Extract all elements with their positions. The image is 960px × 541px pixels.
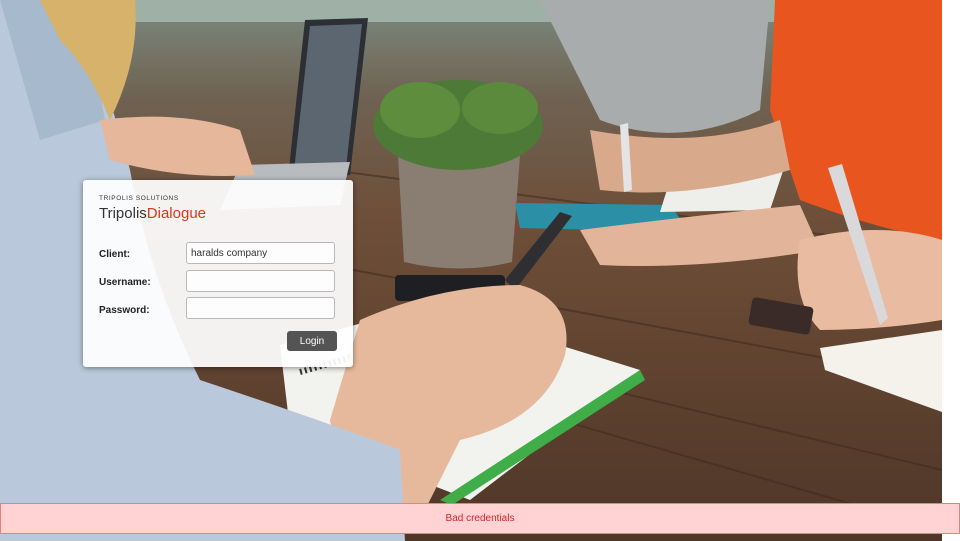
product-name: Tripolis bbox=[99, 205, 147, 222]
username-label: Username: bbox=[99, 277, 151, 288]
password-input[interactable] bbox=[186, 297, 335, 319]
password-label: Password: bbox=[99, 305, 150, 316]
error-banner: Bad credentials bbox=[0, 503, 960, 534]
product-logo: TripolisDialogue bbox=[99, 205, 206, 222]
login-card: TRIPOLIS SOLUTIONS TripolisDialogue Clie… bbox=[83, 180, 353, 367]
client-input[interactable] bbox=[186, 242, 335, 264]
username-input[interactable] bbox=[186, 270, 335, 292]
login-page: TRIPOLIS SOLUTIONS TripolisDialogue Clie… bbox=[0, 0, 960, 541]
client-label: Client: bbox=[99, 249, 131, 260]
error-message: Bad credentials bbox=[445, 513, 515, 524]
right-gutter bbox=[942, 0, 960, 541]
company-name: TRIPOLIS SOLUTIONS bbox=[99, 195, 179, 202]
product-name-accent: Dialogue bbox=[146, 205, 207, 222]
login-button[interactable]: Login bbox=[287, 331, 337, 351]
